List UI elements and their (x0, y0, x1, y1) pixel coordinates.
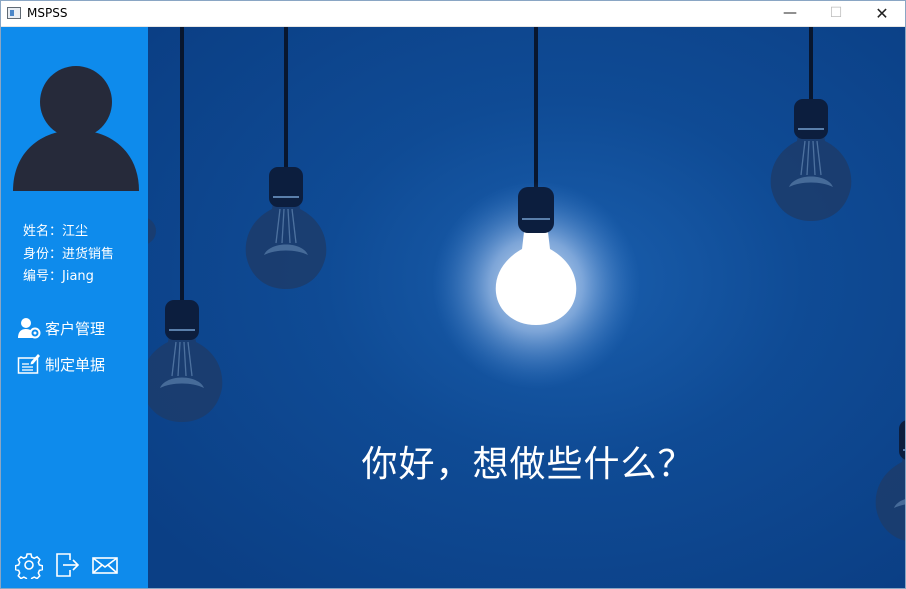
app-icon (7, 7, 21, 19)
minimize-button[interactable]: — (767, 1, 813, 26)
hanging-bulbs-illustration (148, 27, 905, 543)
user-role: 身份：进货销售 (23, 247, 115, 262)
avatar-icon (13, 66, 139, 191)
exit-icon[interactable] (53, 551, 81, 579)
maximize-button[interactable]: ☐ (813, 1, 859, 26)
welcome-stage: 你好，想做些什么？ (148, 27, 905, 588)
user-id: 编号：Jiang (23, 269, 94, 284)
nav-create-document[interactable]: 制定单据 (17, 353, 105, 375)
mail-icon[interactable] (91, 551, 119, 579)
close-button[interactable]: ✕ (859, 1, 905, 26)
nav-create-document-label: 制定单据 (45, 355, 106, 374)
nav-customer-management[interactable]: 客户管理 (17, 317, 105, 339)
nav-customer-management-label: 客户管理 (45, 319, 106, 338)
sidebar: 姓名：江尘 身份：进货销售 编号：Jiang 客户管理 制定单据 (1, 27, 148, 588)
greeting-text: 你好，想做些什么？ (361, 444, 695, 485)
customer-manage-icon (18, 318, 41, 339)
window-title: MSPSS (27, 6, 68, 20)
edit-document-icon (17, 354, 40, 374)
gear-icon[interactable] (15, 551, 43, 579)
user-name: 姓名：江尘 (23, 224, 89, 239)
sidebar-footer (15, 551, 119, 579)
app-window: MSPSS — ☐ ✕ 姓名：江尘 身份：进货销售 编号：Jiang 客户管理 (0, 0, 906, 589)
title-bar: MSPSS — ☐ ✕ (1, 1, 905, 27)
